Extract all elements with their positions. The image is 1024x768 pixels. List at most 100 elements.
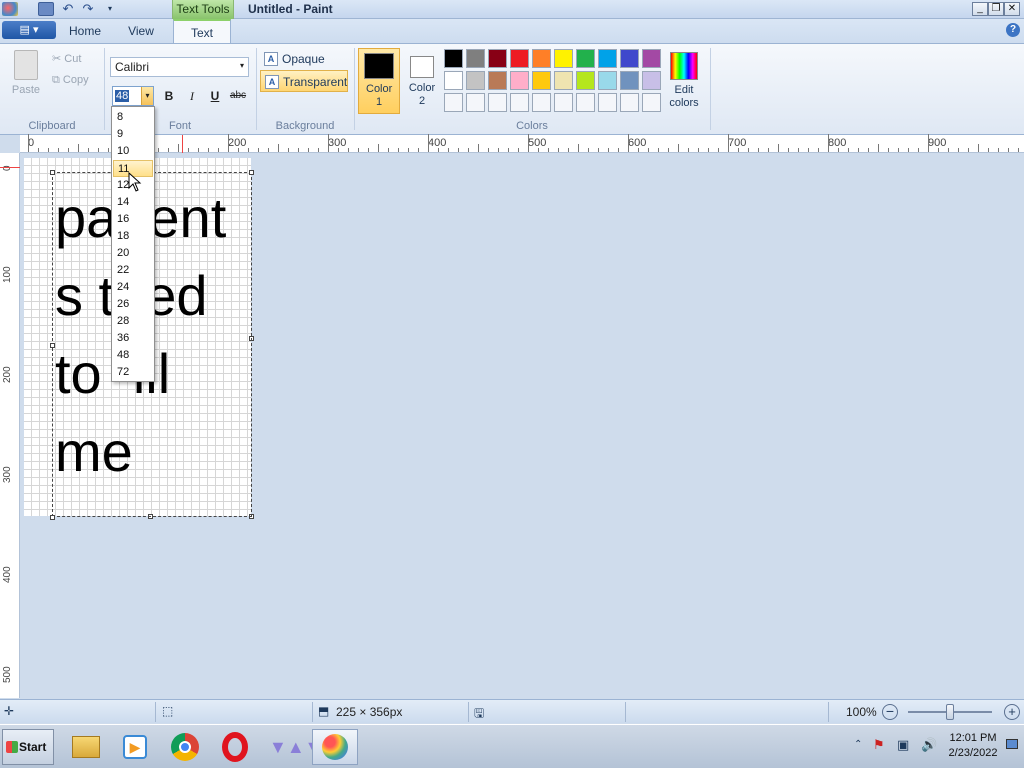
custom-color-slot[interactable]	[444, 93, 463, 112]
font-size-option[interactable]: 14	[113, 194, 153, 211]
color2-button[interactable]: Color 2	[401, 48, 443, 114]
ruler-tick	[258, 148, 259, 152]
start-button[interactable]: Start	[2, 729, 54, 765]
undo-icon[interactable]: ↶	[60, 2, 76, 16]
font-size-option[interactable]: 48	[113, 347, 153, 364]
paste-button[interactable]: Paste	[6, 48, 46, 104]
show-hidden-icons[interactable]: ⌃	[854, 739, 862, 750]
custom-color-slot[interactable]	[488, 93, 507, 112]
ruler-tick	[98, 148, 99, 152]
chevron-down-icon[interactable]: ▾	[141, 87, 153, 105]
font-size-option[interactable]: 16	[113, 211, 153, 228]
text-box-handle[interactable]	[50, 515, 55, 520]
palette-color[interactable]	[510, 49, 529, 68]
show-desktop-icon[interactable]	[1006, 739, 1018, 749]
font-size-option[interactable]: 26	[113, 296, 153, 313]
ruler-tick	[78, 144, 79, 152]
font-size-option[interactable]: 22	[113, 262, 153, 279]
paint-menu-button[interactable]: ▤ ▾	[2, 21, 56, 39]
save-icon[interactable]	[38, 2, 54, 16]
palette-color[interactable]	[598, 49, 617, 68]
italic-button[interactable]: I	[181, 86, 203, 106]
palette-color[interactable]	[642, 49, 661, 68]
font-size-option[interactable]: 10	[113, 143, 153, 160]
help-icon[interactable]: ?	[1006, 23, 1020, 37]
paint-taskbar-icon[interactable]	[312, 729, 358, 765]
ruler-tick	[198, 148, 199, 152]
palette-color[interactable]	[510, 71, 529, 90]
copy-button[interactable]: ⧉ Copy	[52, 74, 89, 87]
palette-color[interactable]	[466, 49, 485, 68]
paint-app-icon[interactable]	[2, 2, 18, 16]
palette-color[interactable]	[620, 71, 639, 90]
custom-color-slot[interactable]	[532, 93, 551, 112]
minimize-button[interactable]: _	[972, 2, 988, 16]
zoom-in-button[interactable]: +	[1004, 704, 1020, 720]
media-player-icon[interactable]: ▶	[112, 729, 158, 765]
opaque-button[interactable]: A Opaque	[260, 48, 348, 70]
redo-icon[interactable]: ↷	[80, 2, 96, 16]
font-size-option[interactable]: 72	[113, 364, 153, 381]
strikethrough-button[interactable]: abc	[227, 86, 249, 106]
font-size-option[interactable]: 18	[113, 228, 153, 245]
palette-color[interactable]	[554, 71, 573, 90]
custom-color-slot[interactable]	[620, 93, 639, 112]
palette-color[interactable]	[488, 71, 507, 90]
app-icon[interactable]: ▼▲▼	[262, 729, 322, 765]
tab-text[interactable]: Text	[173, 19, 231, 43]
palette-color[interactable]	[576, 49, 595, 68]
font-family-select[interactable]: Calibri ▾	[110, 57, 249, 77]
custom-color-slot[interactable]	[642, 93, 661, 112]
zoom-out-button[interactable]: −	[882, 704, 898, 720]
font-size-option[interactable]: 20	[113, 245, 153, 262]
font-size-option[interactable]: 9	[113, 126, 153, 143]
palette-color[interactable]	[554, 49, 573, 68]
chrome-icon[interactable]	[162, 729, 208, 765]
palette-color[interactable]	[532, 71, 551, 90]
action-center-icon[interactable]: ⚑	[873, 737, 885, 753]
underline-button[interactable]: U	[204, 86, 226, 106]
cut-button[interactable]: ✂ Cut	[52, 52, 81, 65]
opera-icon[interactable]	[212, 729, 258, 765]
font-size-option[interactable]: 8	[113, 109, 153, 126]
font-size-select[interactable]: 48 ▾	[112, 86, 154, 106]
palette-color[interactable]	[488, 49, 507, 68]
zoom-slider-thumb[interactable]	[946, 704, 954, 720]
tab-home[interactable]: Home	[60, 19, 110, 43]
font-size-option[interactable]: 36	[113, 330, 153, 347]
title-bar: ↶ ↷ ▾ Text Tools Untitled - Paint _ ❐ ✕	[0, 0, 1024, 19]
custom-color-slot[interactable]	[598, 93, 617, 112]
tab-view[interactable]: View	[116, 19, 166, 43]
transparent-button[interactable]: A Transparent	[260, 70, 348, 92]
volume-icon[interactable]: 🔊	[921, 737, 937, 753]
custom-color-slot[interactable]	[510, 93, 529, 112]
network-icon[interactable]: ▣	[897, 737, 909, 753]
palette-color[interactable]	[444, 71, 463, 90]
palette-color[interactable]	[466, 71, 485, 90]
palette-color[interactable]	[620, 49, 639, 68]
font-size-dropdown: 8 9 10 11 12 14 16 18 20 22 24 26 28 36 48 72	[111, 106, 155, 382]
palette-color[interactable]	[532, 49, 551, 68]
customize-qat-icon[interactable]: ▾	[102, 2, 118, 16]
custom-color-slot[interactable]	[576, 93, 595, 112]
ruler-tick	[288, 148, 289, 152]
color1-button[interactable]: Color 1	[358, 48, 400, 114]
system-clock[interactable]: 12:01 PM 2/23/2022	[943, 731, 1003, 761]
text-box-handle[interactable]	[50, 170, 55, 175]
font-size-option[interactable]: 24	[113, 279, 153, 296]
palette-color[interactable]	[444, 49, 463, 68]
text-box-handle[interactable]	[249, 170, 254, 175]
close-button[interactable]: ✕	[1004, 2, 1020, 16]
custom-color-slot[interactable]	[466, 93, 485, 112]
scissors-icon: ✂	[52, 53, 65, 65]
restore-button[interactable]: ❐	[988, 2, 1004, 16]
file-explorer-icon[interactable]	[63, 729, 109, 765]
palette-color[interactable]	[576, 71, 595, 90]
palette-color[interactable]	[598, 71, 617, 90]
palette-color[interactable]	[642, 71, 661, 90]
window-title: Untitled - Paint	[248, 2, 333, 16]
edit-colors-button[interactable]: Edit colors	[664, 48, 704, 114]
bold-button[interactable]: B	[158, 86, 180, 106]
custom-color-slot[interactable]	[554, 93, 573, 112]
font-size-option[interactable]: 28	[113, 313, 153, 330]
